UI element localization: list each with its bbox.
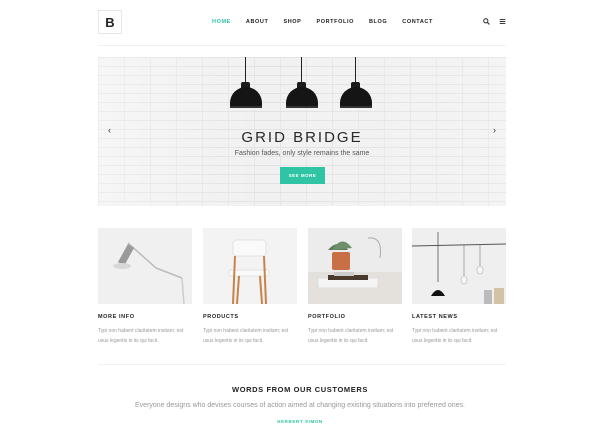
nav-contact[interactable]: CONTACT <box>402 19 433 25</box>
card-latest-news: LATEST NEWS Typi non habent claritatem i… <box>412 228 506 346</box>
pendant-lamp <box>230 57 262 111</box>
menu-icon[interactable] <box>499 18 506 27</box>
search-icon[interactable] <box>483 18 490 27</box>
pendant-lamp <box>340 57 372 111</box>
hero-subtitle: Fashion fades, only style remains the sa… <box>234 150 370 157</box>
hero-slider: ‹ › GRID BRIDGE Fashion fades, only styl… <box>98 57 506 206</box>
card-title[interactable]: MORE INFO <box>98 314 192 320</box>
pendant-lamp <box>286 57 318 111</box>
card-text: Typi non habent claritatem insitam; est … <box>308 328 394 344</box>
card-text: Typi non habent claritatem insitam; est … <box>412 328 498 344</box>
card-more-info: MORE INFO Typi non habent claritatem ins… <box>98 228 192 346</box>
see-more-button[interactable]: SEE MORE <box>280 167 325 184</box>
card-text: Typi non habent claritatem insitam; est … <box>203 328 289 344</box>
header-icons <box>483 18 506 27</box>
card-image[interactable] <box>98 228 192 304</box>
card-image[interactable] <box>412 228 506 304</box>
logo[interactable]: B <box>98 10 122 34</box>
card-title[interactable]: PORTFOLIO <box>308 314 402 320</box>
nav-home[interactable]: HOME <box>212 19 231 25</box>
nav-portfolio[interactable]: PORTFOLIO <box>316 19 353 25</box>
testimonial-quote: Everyone designs who devises courses of … <box>135 402 465 409</box>
card-text: Typi non habent claritatem insitam; est … <box>98 328 184 344</box>
nav-shop[interactable]: SHOP <box>283 19 301 25</box>
testimonial-author: HERBERT SIMON <box>277 419 323 424</box>
card-portfolio: PORTFOLIO Typi non habent claritatem ins… <box>308 228 402 346</box>
header-divider <box>98 45 506 46</box>
card-products: PRODUCTS Typi non habent claritatem insi… <box>203 228 297 346</box>
nav-blog[interactable]: BLOG <box>369 19 387 25</box>
nav-about[interactable]: ABOUT <box>246 19 269 25</box>
main-nav: HOME ABOUT SHOP PORTFOLIO BLOG CONTACT <box>212 19 448 25</box>
card-image[interactable] <box>308 228 402 304</box>
hero-title: GRID BRIDGE <box>241 129 363 146</box>
testimonials-title: WORDS FROM OUR CUSTOMERS <box>232 385 368 394</box>
card-title[interactable]: PRODUCTS <box>203 314 297 320</box>
card-title[interactable]: LATEST NEWS <box>412 314 506 320</box>
card-image[interactable] <box>203 228 297 304</box>
section-divider <box>98 364 506 365</box>
